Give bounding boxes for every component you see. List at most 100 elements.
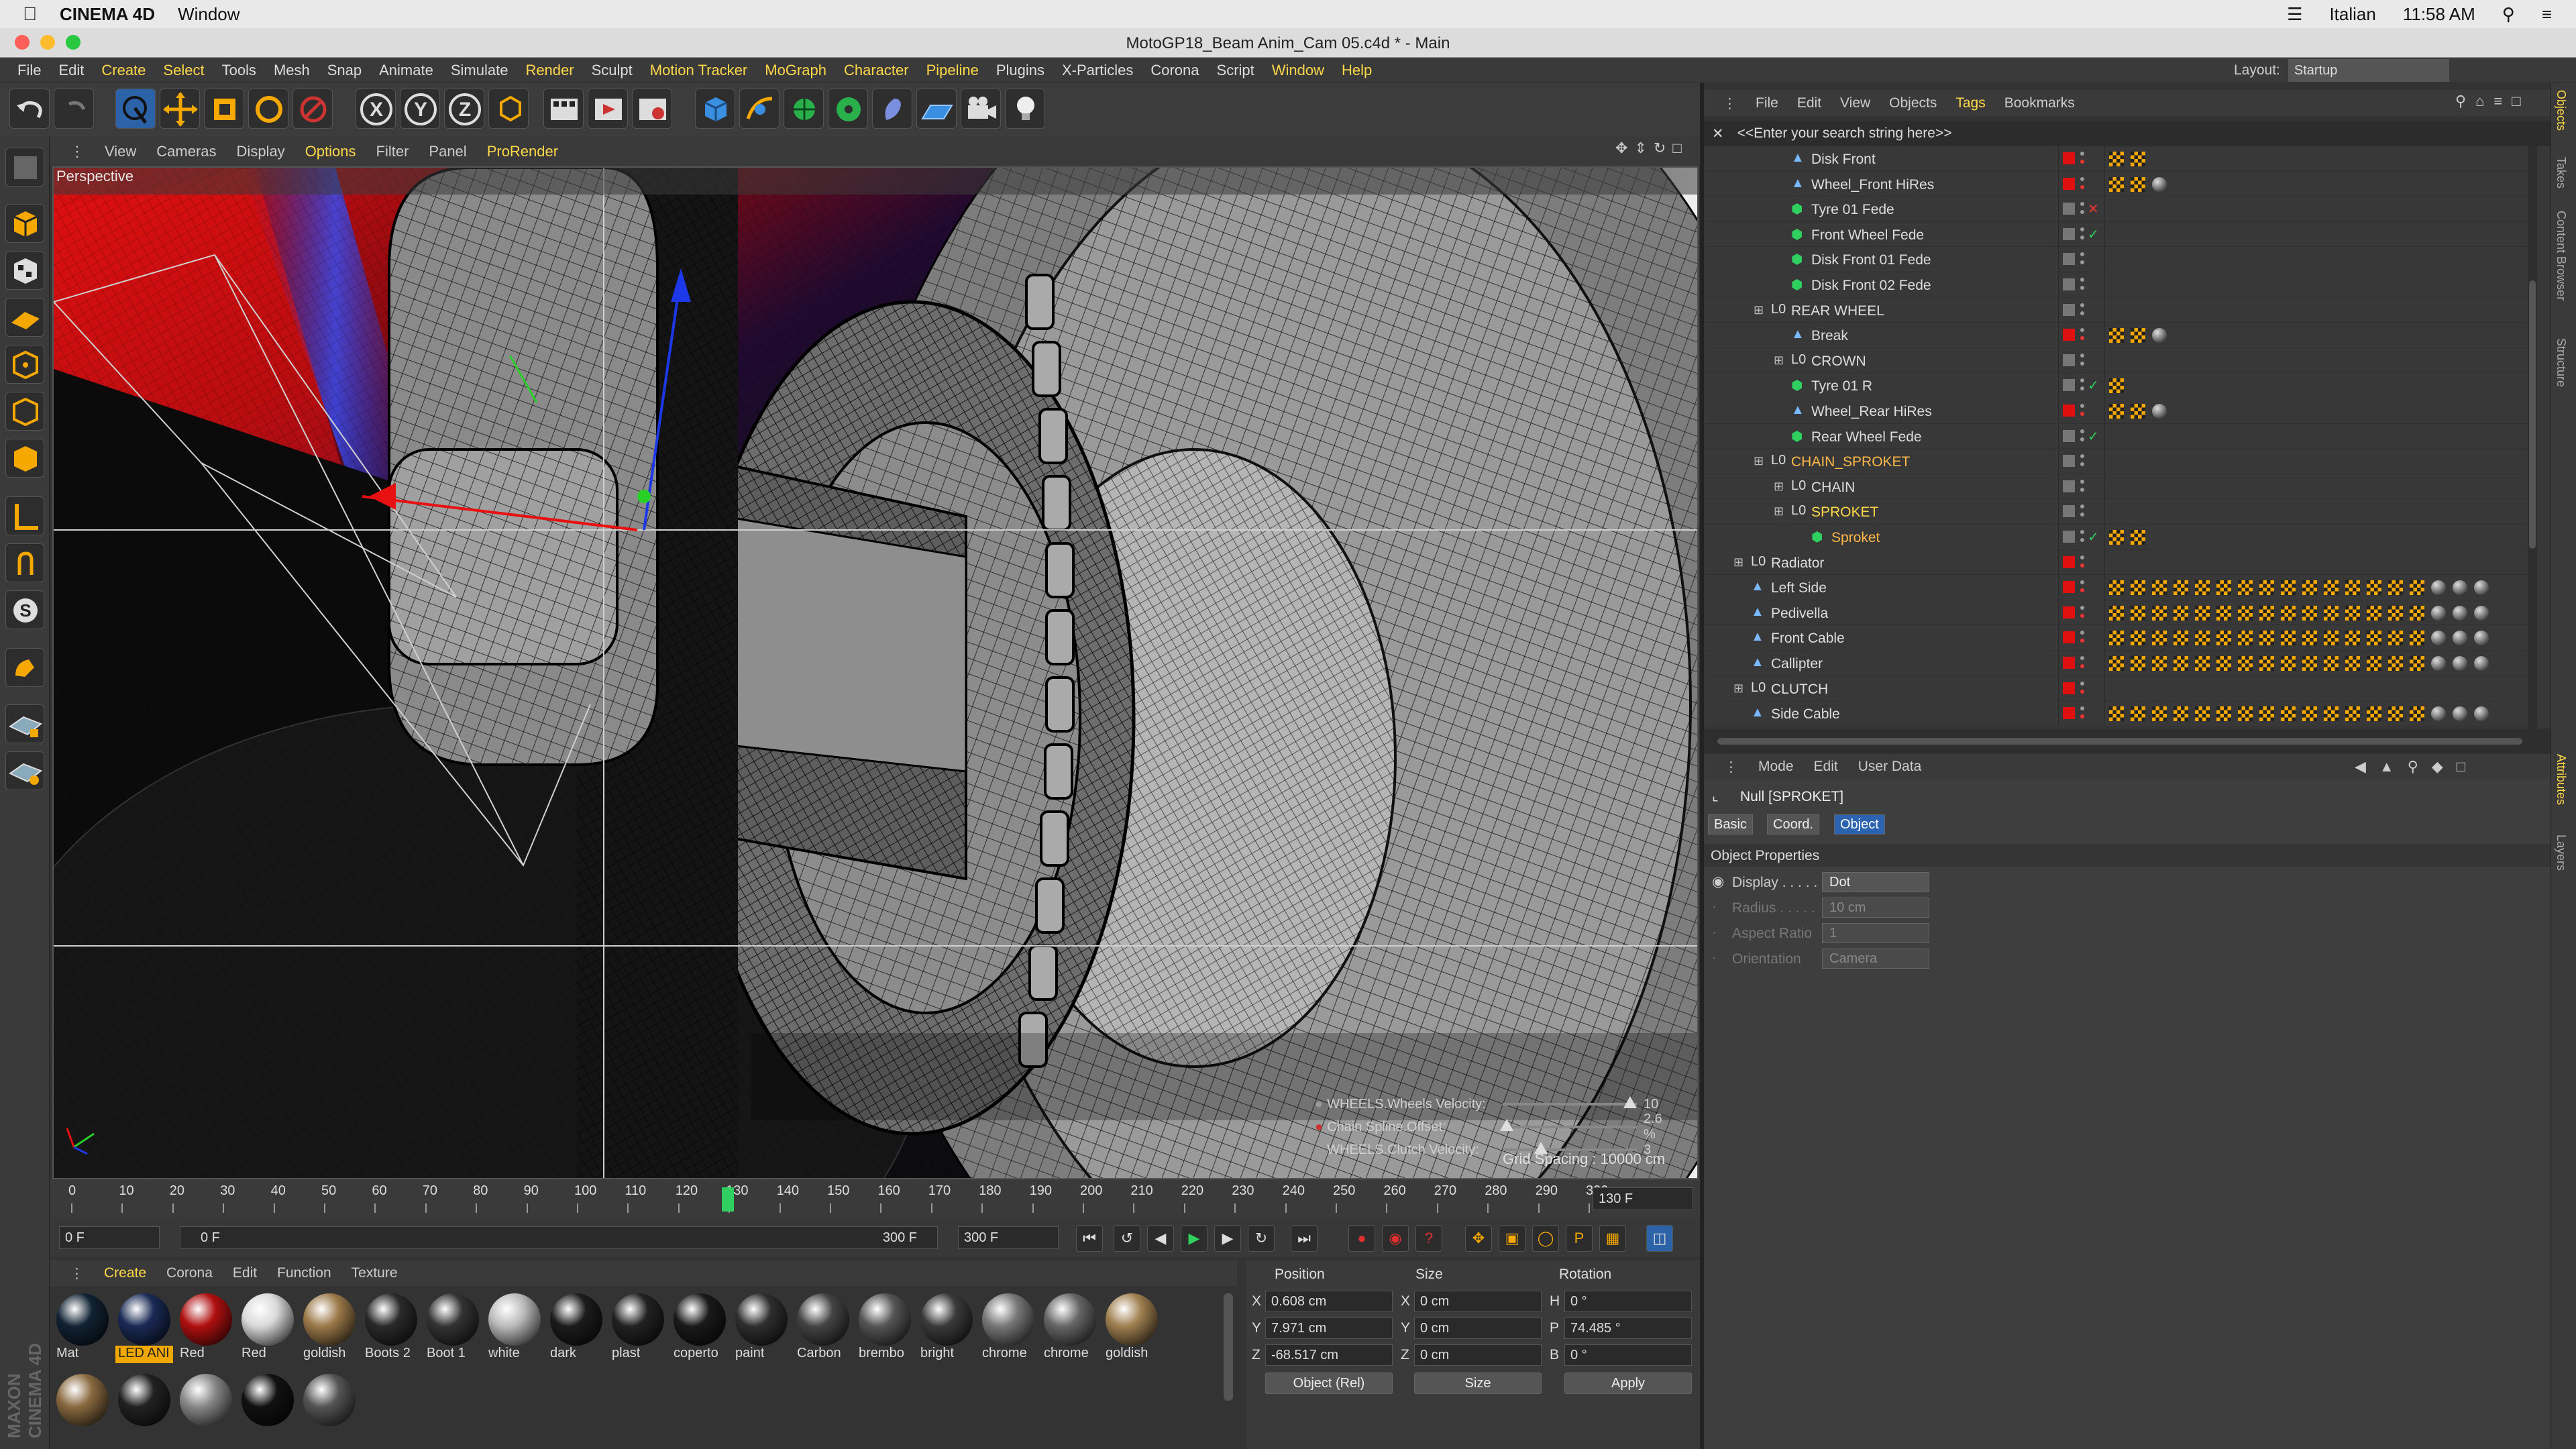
- tag-icon[interactable]: [2109, 656, 2124, 671]
- tag-icon[interactable]: [2216, 656, 2231, 671]
- tag-icon[interactable]: [2410, 706, 2424, 722]
- material-swatch[interactable]: Carbon: [794, 1289, 852, 1363]
- property-radio-icon[interactable]: ·: [1712, 924, 1717, 941]
- menu-plugins[interactable]: Plugins: [996, 62, 1044, 79]
- snapping-icon[interactable]: S: [5, 590, 44, 629]
- material-swatch[interactable]: Red: [239, 1289, 297, 1363]
- object-menu-view[interactable]: View: [1840, 95, 1870, 111]
- render-visibility-dot[interactable]: [2080, 386, 2084, 391]
- input-source[interactable]: Italian: [2329, 4, 2375, 25]
- object-row[interactable]: ▲ Left Side: [1704, 575, 2536, 600]
- key-parameter-icon[interactable]: P: [1566, 1225, 1593, 1252]
- viewport-menu-display[interactable]: Display: [237, 143, 285, 160]
- layer-color-swatch[interactable]: [2063, 278, 2075, 290]
- property-radio-icon[interactable]: ◉: [1712, 873, 1724, 890]
- tag-icon[interactable]: [2474, 605, 2489, 621]
- menu-mesh[interactable]: Mesh: [274, 62, 310, 79]
- editor-visibility-dot[interactable]: [2080, 278, 2084, 282]
- apply-button[interactable]: Apply: [1564, 1373, 1692, 1394]
- object-name[interactable]: Wheel_Front HiRes: [1811, 177, 1934, 193]
- attribute-tab-object[interactable]: Object: [1834, 814, 1885, 835]
- object-row[interactable]: ⬢ Disk Front 01 Fede: [1704, 247, 2536, 272]
- object-name[interactable]: SPROKET: [1811, 504, 1878, 521]
- editor-visibility-dot[interactable]: [2080, 202, 2084, 207]
- tag-icon[interactable]: [2174, 706, 2188, 722]
- layer-color-swatch[interactable]: [2063, 480, 2075, 492]
- move-view-icon[interactable]: ✥: [1615, 140, 1627, 157]
- menu-select[interactable]: Select: [163, 62, 204, 79]
- tag-icon[interactable]: [2345, 631, 2360, 646]
- editor-visibility-dot[interactable]: [2080, 176, 2084, 181]
- layout-dropdown[interactable]: Startup: [2288, 59, 2449, 82]
- layer-color-swatch[interactable]: [2063, 177, 2075, 190]
- axis-mode-icon[interactable]: [5, 496, 44, 535]
- tag-icon[interactable]: [2367, 706, 2381, 722]
- enabled-check-icon[interactable]: ✓: [2088, 226, 2099, 243]
- object-row[interactable]: ⬢ Rear Wheel Fede ✓: [1704, 423, 2536, 449]
- menu-corona[interactable]: Corona: [1150, 62, 1199, 79]
- y-axis-lock-icon[interactable]: Y: [400, 89, 440, 129]
- tag-icon[interactable]: [2345, 706, 2360, 722]
- redo-icon[interactable]: [54, 89, 94, 129]
- menu-pipeline[interactable]: Pipeline: [926, 62, 979, 79]
- attribute-tab-basic[interactable]: Basic: [1708, 814, 1753, 835]
- object-row[interactable]: ⬢ Tyre 01 Fede ✕: [1704, 197, 2536, 222]
- tag-icon[interactable]: [2174, 605, 2188, 621]
- render-visibility-dot[interactable]: [2080, 437, 2084, 441]
- object-name[interactable]: Rear Wheel Fede: [1811, 429, 1922, 445]
- enabled-check-icon[interactable]: ✓: [2088, 428, 2099, 445]
- tag-icon[interactable]: [2324, 631, 2339, 646]
- object-hscroll[interactable]: [1704, 729, 2551, 754]
- tag-icon[interactable]: [2453, 656, 2467, 671]
- tag-icon[interactable]: [2410, 656, 2424, 671]
- hud-slider[interactable]: [1499, 1119, 1637, 1131]
- tag-icon[interactable]: [2216, 631, 2231, 646]
- expand-toggle-icon[interactable]: ⊞: [1754, 454, 1764, 468]
- material-swatch[interactable]: coperto: [671, 1289, 729, 1363]
- tag-icon[interactable]: [2367, 605, 2381, 621]
- points-mode-icon[interactable]: [5, 345, 44, 384]
- property-field[interactable]: Dot: [1822, 872, 1929, 892]
- menu-animate[interactable]: Animate: [379, 62, 433, 79]
- property-field[interactable]: Camera: [1822, 949, 1929, 969]
- tag-icon[interactable]: [2302, 605, 2317, 621]
- editor-visibility-dot[interactable]: [2080, 252, 2084, 257]
- tag-icon[interactable]: [2131, 706, 2145, 722]
- editor-visibility-dot[interactable]: [2080, 227, 2084, 231]
- goto-end-icon[interactable]: ⏭: [1291, 1225, 1318, 1252]
- render-visibility-dot[interactable]: [2080, 639, 2084, 643]
- layer-color-swatch[interactable]: [2063, 555, 2075, 568]
- tag-icon[interactable]: [2453, 706, 2467, 722]
- undo-icon[interactable]: [9, 89, 50, 129]
- tag-icon[interactable]: [2174, 656, 2188, 671]
- texture-mode-icon[interactable]: [5, 251, 44, 290]
- editor-visibility-dot[interactable]: [2080, 152, 2084, 156]
- layer-color-swatch[interactable]: [2063, 203, 2075, 215]
- tag-icon[interactable]: [2131, 580, 2145, 596]
- layer-color-swatch[interactable]: [2063, 682, 2075, 694]
- layer-color-swatch[interactable]: [2063, 354, 2075, 366]
- attribute-menu-edit[interactable]: Edit: [1814, 759, 1838, 775]
- material-menu-texture[interactable]: Texture: [352, 1265, 398, 1281]
- tag-icon[interactable]: [2238, 580, 2253, 596]
- expand-toggle-icon[interactable]: ⊞: [1774, 354, 1784, 368]
- size-field[interactable]: 0 cm: [1414, 1344, 1542, 1366]
- viewport-menu-cameras[interactable]: Cameras: [156, 143, 216, 160]
- object-row[interactable]: ⊞ L0 SPROKET: [1704, 499, 2536, 525]
- layer-color-swatch[interactable]: [2063, 152, 2075, 164]
- floor-environment-icon[interactable]: [916, 89, 957, 129]
- position-field[interactable]: 7.971 cm: [1265, 1318, 1393, 1339]
- tag-icon[interactable]: [2152, 176, 2167, 192]
- home-icon[interactable]: ⌂: [2475, 93, 2484, 110]
- hud-slider[interactable]: [1503, 1096, 1637, 1108]
- object-name[interactable]: Wheel_Rear HiRes: [1811, 404, 1932, 420]
- tag-icon[interactable]: [2302, 631, 2317, 646]
- layer-color-swatch[interactable]: [2063, 227, 2075, 240]
- tag-icon[interactable]: [2281, 706, 2296, 722]
- material-menu-create[interactable]: Create: [104, 1265, 146, 1281]
- render-visibility-dot[interactable]: [2080, 286, 2084, 290]
- editor-visibility-dot[interactable]: [2080, 706, 2084, 711]
- render-visibility-dot[interactable]: [2080, 538, 2084, 542]
- dock-tab-takes[interactable]: Takes: [2554, 157, 2568, 189]
- tag-icon[interactable]: [2174, 631, 2188, 646]
